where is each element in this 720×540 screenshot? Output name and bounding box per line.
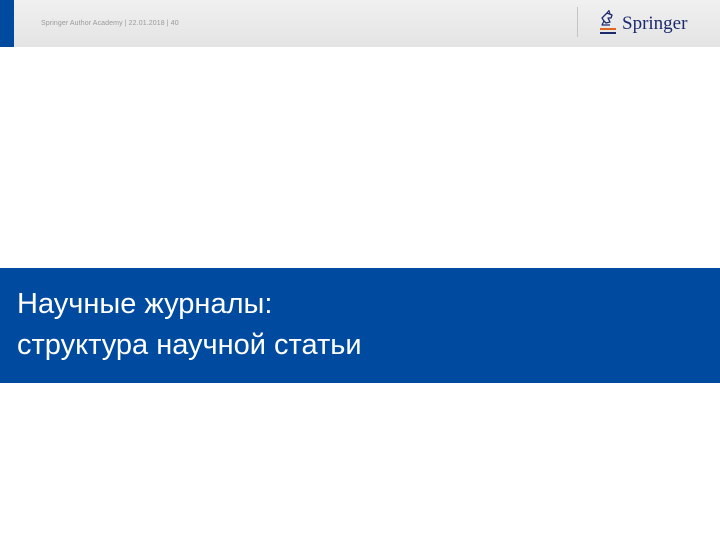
title-band: Научные журналы: структура научной стать… [0, 268, 720, 383]
springer-wordmark: Springer [622, 12, 688, 34]
slide-title-line-2: структура научной статьи [17, 329, 362, 361]
footer-text: Springer Author Academy | 22.01.2018 | 4… [41, 20, 179, 27]
slide-title-line-1: Научные журналы: [17, 288, 273, 320]
header-bar: Springer Author Academy | 22.01.2018 | 4… [0, 0, 720, 47]
slide-title: Научные журналы: структура научной стать… [17, 284, 362, 366]
header-divider [577, 7, 578, 37]
springer-horse-logo-icon [600, 9, 616, 34]
left-accent-bar [0, 0, 14, 47]
springer-logo: Springer [598, 9, 687, 35]
